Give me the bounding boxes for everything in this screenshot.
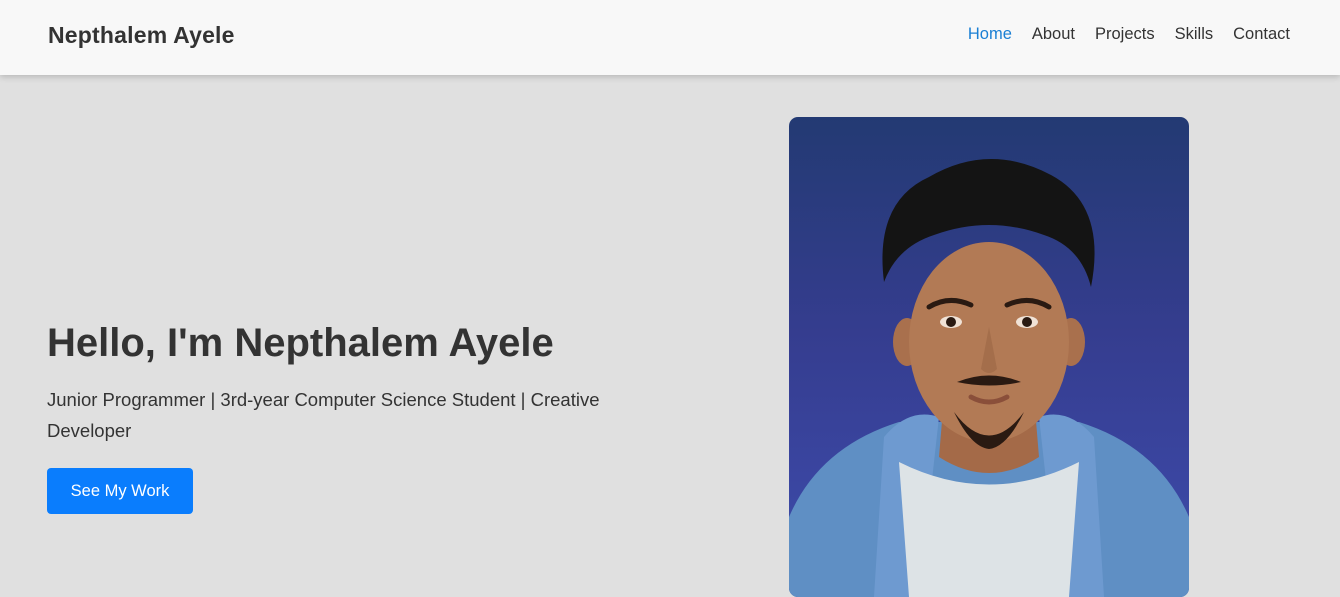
nav-link-skills[interactable]: Skills [1175, 25, 1214, 44]
nav-link-contact[interactable]: Contact [1233, 25, 1290, 44]
hero-title: Hello, I'm Nepthalem Ayele [47, 321, 554, 365]
profile-photo [789, 117, 1189, 597]
nav-link-about[interactable]: About [1032, 25, 1075, 44]
hero-section: Hello, I'm Nepthalem Ayele Junior Progra… [47, 318, 667, 514]
portrait-illustration [789, 158, 1189, 597]
nav-menu: Home About Projects Skills Contact [968, 25, 1290, 44]
nav-link-home[interactable]: Home [968, 25, 1012, 44]
nav-link-projects[interactable]: Projects [1095, 25, 1155, 44]
see-my-work-button[interactable]: See My Work [47, 468, 193, 514]
navbar: Nepthalem Ayele Home About Projects Skil… [0, 0, 1340, 75]
hero-subtitle: Junior Programmer | 3rd-year Computer Sc… [47, 389, 600, 441]
site-brand[interactable]: Nepthalem Ayele [48, 22, 235, 49]
